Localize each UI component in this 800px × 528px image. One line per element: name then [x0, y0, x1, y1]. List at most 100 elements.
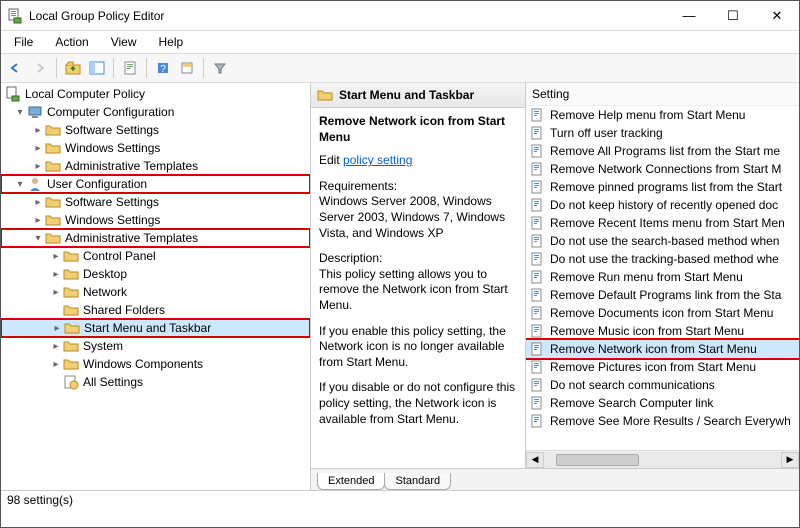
tree-label: System: [83, 339, 123, 353]
setting-row[interactable]: Remove Recent Items menu from Start Men: [526, 214, 799, 232]
setting-row[interactable]: Remove Search Computer link: [526, 394, 799, 412]
setting-label: Remove Run menu from Start Menu: [550, 270, 743, 284]
policy-item-icon: [530, 234, 544, 248]
folder-icon: [317, 87, 333, 103]
tree-windows-components[interactable]: ▸ Windows Components: [1, 355, 310, 373]
chevron-right-icon[interactable]: ▸: [31, 125, 45, 136]
folder-icon: [45, 212, 61, 228]
policy-item-icon: [530, 360, 544, 374]
maximize-button[interactable]: ☐: [711, 1, 755, 31]
setting-row[interactable]: Remove Network Connections from Start M: [526, 160, 799, 178]
scroll-thumb[interactable]: [556, 454, 639, 466]
setting-row[interactable]: Do not use the search-based method when: [526, 232, 799, 250]
chevron-right-icon[interactable]: ▸: [49, 251, 63, 262]
chevron-right-icon[interactable]: ▸: [49, 341, 63, 352]
chevron-right-icon[interactable]: ▸: [50, 323, 64, 334]
detail-pane: Start Menu and Taskbar Remove Network ic…: [311, 83, 526, 468]
filter-options-button[interactable]: [176, 57, 198, 79]
chevron-down-icon[interactable]: ▾: [13, 179, 27, 190]
tree-shared-folders[interactable]: Shared Folders: [1, 301, 310, 319]
setting-row[interactable]: Remove All Programs list from the Start …: [526, 142, 799, 160]
tree-uc-software[interactable]: ▸ Software Settings: [1, 193, 310, 211]
setting-label: Remove Music icon from Start Menu: [550, 324, 744, 338]
app-icon: [7, 8, 23, 24]
status-text: 98 setting(s): [7, 493, 73, 507]
edit-policy-link[interactable]: policy setting: [343, 153, 412, 167]
chevron-right-icon[interactable]: ▸: [49, 287, 63, 298]
tree-label: Computer Configuration: [47, 105, 174, 119]
chevron-right-icon[interactable]: ▸: [49, 359, 63, 370]
tree-uc-windows[interactable]: ▸ Windows Settings: [1, 211, 310, 229]
list-pane[interactable]: Setting Remove Help menu from Start Menu…: [526, 83, 799, 468]
horizontal-scrollbar[interactable]: ◀ ▶: [526, 450, 799, 468]
policy-item-icon: [530, 324, 544, 338]
setting-label: Do not keep history of recently opened d…: [550, 198, 778, 212]
setting-row[interactable]: Remove Help menu from Start Menu: [526, 106, 799, 124]
tree-user-configuration[interactable]: ▾ User Configuration: [1, 175, 310, 193]
chevron-right-icon[interactable]: ▸: [31, 197, 45, 208]
tree-label: Desktop: [83, 267, 127, 281]
setting-row[interactable]: Remove Network icon from Start Menu: [526, 340, 799, 358]
tree-all-settings[interactable]: All Settings: [1, 373, 310, 391]
chevron-right-icon[interactable]: ▸: [31, 161, 45, 172]
help-button[interactable]: ?: [152, 57, 174, 79]
tab-extended[interactable]: Extended: [317, 473, 385, 490]
chevron-right-icon[interactable]: ▸: [31, 215, 45, 226]
up-folder-button[interactable]: [62, 57, 84, 79]
tree-start-menu-taskbar[interactable]: ▸ Start Menu and Taskbar: [1, 319, 310, 337]
folder-icon: [45, 122, 61, 138]
scroll-right-button[interactable]: ▶: [781, 452, 799, 468]
setting-row[interactable]: Remove Documents icon from Start Menu: [526, 304, 799, 322]
tree-desktop[interactable]: ▸ Desktop: [1, 265, 310, 283]
setting-row[interactable]: Do not use the tracking-based method whe: [526, 250, 799, 268]
setting-row[interactable]: Remove See More Results / Search Everywh: [526, 412, 799, 430]
tree-pane[interactable]: Local Computer Policy ▾ Computer Configu…: [1, 83, 311, 490]
nav-back-button[interactable]: [5, 57, 27, 79]
setting-row[interactable]: Do not keep history of recently opened d…: [526, 196, 799, 214]
scroll-track[interactable]: [544, 452, 781, 468]
setting-row[interactable]: Remove Default Programs link from the St…: [526, 286, 799, 304]
tree-root[interactable]: Local Computer Policy: [1, 85, 310, 103]
policy-item-icon: [530, 378, 544, 392]
tree-cc-windows[interactable]: ▸ Windows Settings: [1, 139, 310, 157]
setting-row[interactable]: Turn off user tracking: [526, 124, 799, 142]
tree-cc-software[interactable]: ▸ Software Settings: [1, 121, 310, 139]
tree-computer-configuration[interactable]: ▾ Computer Configuration: [1, 103, 310, 121]
setting-row[interactable]: Remove pinned programs list from the Sta…: [526, 178, 799, 196]
chevron-down-icon[interactable]: ▾: [13, 107, 27, 118]
description-label: Description:: [319, 251, 517, 267]
close-button[interactable]: ✕: [755, 1, 799, 31]
minimize-button[interactable]: —: [667, 1, 711, 31]
properties-button[interactable]: [119, 57, 141, 79]
tree-system[interactable]: ▸ System: [1, 337, 310, 355]
menu-view[interactable]: View: [101, 33, 147, 51]
setting-label: Remove Recent Items menu from Start Men: [550, 216, 785, 230]
list-body[interactable]: Remove Help menu from Start MenuTurn off…: [526, 106, 799, 450]
tree-control-panel[interactable]: ▸ Control Panel: [1, 247, 310, 265]
list-column-header[interactable]: Setting: [526, 83, 799, 106]
setting-row[interactable]: Remove Run menu from Start Menu: [526, 268, 799, 286]
tree-label: Network: [83, 285, 127, 299]
scroll-left-button[interactable]: ◀: [526, 452, 544, 468]
tree-label: Control Panel: [83, 249, 156, 263]
nav-forward-button[interactable]: [29, 57, 51, 79]
tree-cc-admin-templates[interactable]: ▸ Administrative Templates: [1, 157, 310, 175]
svg-text:?: ?: [160, 64, 166, 75]
show-hide-tree-button[interactable]: [86, 57, 108, 79]
filter-button[interactable]: [209, 57, 231, 79]
tab-standard[interactable]: Standard: [384, 473, 451, 490]
menu-help[interactable]: Help: [149, 33, 194, 51]
setting-row[interactable]: Do not search communications: [526, 376, 799, 394]
tree-label: Software Settings: [65, 195, 159, 209]
menu-file[interactable]: File: [4, 33, 43, 51]
setting-row[interactable]: Remove Pictures icon from Start Menu: [526, 358, 799, 376]
setting-label: Remove See More Results / Search Everywh: [550, 414, 791, 428]
chevron-right-icon[interactable]: ▸: [31, 143, 45, 154]
chevron-down-icon[interactable]: ▾: [31, 233, 45, 244]
chevron-right-icon[interactable]: ▸: [49, 269, 63, 280]
setting-row[interactable]: Remove Music icon from Start Menu: [526, 322, 799, 340]
menu-action[interactable]: Action: [45, 33, 98, 51]
tree-uc-admin-templates[interactable]: ▾ Administrative Templates: [1, 229, 310, 247]
tree-network[interactable]: ▸ Network: [1, 283, 310, 301]
folder-icon: [45, 230, 61, 246]
